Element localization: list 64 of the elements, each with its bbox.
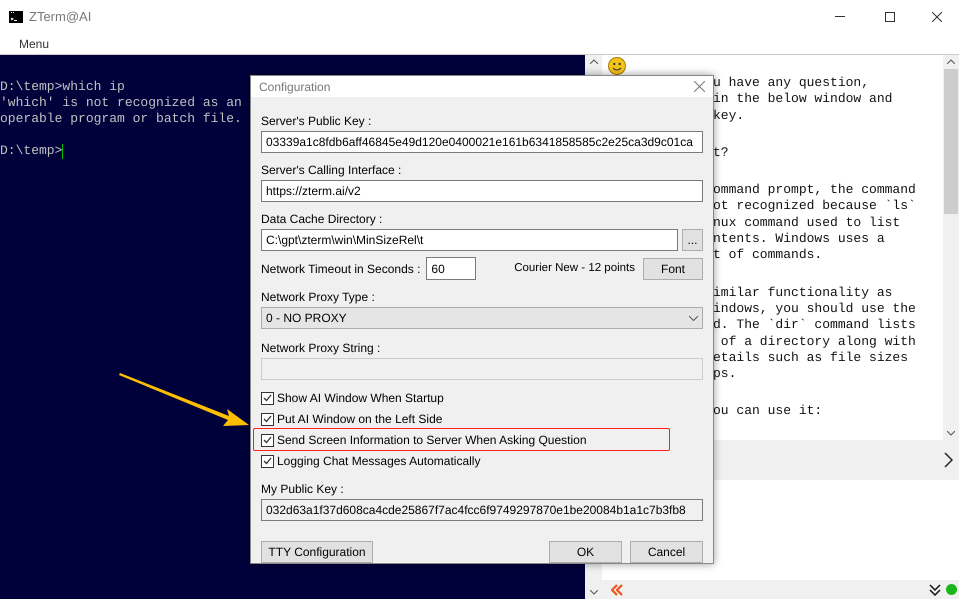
text-field[interactable]: https://zterm.ai/v2 xyxy=(261,180,703,202)
field-label: Network Proxy String : xyxy=(261,340,380,354)
terminal-line: 'which' is not recognized as an xyxy=(0,95,242,111)
dialog-title: Configuration xyxy=(259,78,330,96)
chat-text-line: etails such as file sizes xyxy=(713,350,908,366)
font-button[interactable]: Font xyxy=(643,258,703,280)
tty-configuration-button[interactable]: TTY Configuration xyxy=(261,541,373,563)
checkbox[interactable] xyxy=(261,454,274,468)
chat-text-line: of a directory along with xyxy=(720,334,916,350)
chat-text-line: t? xyxy=(713,144,729,162)
chat-text-line: ou can use it: xyxy=(713,403,822,420)
chat-text-line: ntents. Windows uses a xyxy=(713,231,885,248)
chat-text-line: imilar functionality as xyxy=(713,284,892,301)
field-label: Network Timeout in Seconds : xyxy=(261,260,420,278)
double-down-chevron-icon[interactable] xyxy=(929,584,941,596)
chat-text-line: ot recognized because `ls` xyxy=(713,198,916,215)
timeout-field[interactable]: 60 xyxy=(426,257,476,280)
chat-text-line: u have any question, xyxy=(713,75,870,92)
ok-button[interactable]: OK xyxy=(549,541,622,563)
send-chevron-icon[interactable] xyxy=(944,452,953,468)
chat-text-line: in the below window and xyxy=(713,91,892,108)
double-left-chevron-icon[interactable] xyxy=(611,584,623,596)
chat-text-line: ommand prompt, the command xyxy=(713,182,916,198)
chat-text-line: key. xyxy=(713,108,744,124)
checkbox-label: Send Screen Information to Server When Asking Question xyxy=(277,432,586,449)
checkbox-label: Put AI Window on the Left Side xyxy=(277,411,442,428)
field-label: Data Cache Directory : xyxy=(261,211,382,225)
public-key-field[interactable]: 032d63a1f37d608ca4cde25867f7ac4fcc6f9749297870e1be20084b1a1c7b3fb8 xyxy=(261,499,703,521)
field-label: Server's Public Key : xyxy=(261,113,372,127)
field-label: Server's Calling Interface : xyxy=(261,162,402,176)
checkbox[interactable] xyxy=(261,434,274,446)
terminal-line: operable program or batch file. xyxy=(0,111,242,127)
checkbox-label: Logging Chat Messages Automatically xyxy=(277,453,480,470)
text-field[interactable]: C:\gpt\zterm\win\MinSizeRel\t xyxy=(261,229,678,251)
scroll-down-icon[interactable] xyxy=(947,431,955,436)
chat-text-line: ps. xyxy=(713,366,736,382)
text-field[interactable]: 03339a1c8fdb6aff46845e49d120e0400021e161b6341858585c2e25ca3d9c01ca xyxy=(261,131,703,153)
chat-text-line: indows, you should use the xyxy=(713,300,916,318)
scroll-up-icon[interactable] xyxy=(947,59,955,64)
chat-text-line: t of commands. xyxy=(713,247,822,264)
smiley-icon[interactable] xyxy=(608,57,626,75)
browse-button[interactable]: ... xyxy=(682,229,703,251)
menu-item[interactable]: Menu xyxy=(19,34,50,52)
chat-text-line: d. The `dir` command lists xyxy=(713,317,916,334)
maximize-icon[interactable] xyxy=(885,12,895,22)
scroll-up-icon[interactable] xyxy=(590,59,598,64)
field-label: Network Proxy Type : xyxy=(261,289,375,303)
checkbox[interactable] xyxy=(261,412,274,426)
dropdown-caret-icon xyxy=(689,316,698,320)
field-label: My Public Key : xyxy=(261,481,344,495)
chat-text-line: nux command used to list xyxy=(713,214,900,232)
font-description: Courier New - 12 points xyxy=(514,260,635,276)
text-cursor xyxy=(62,144,64,158)
proxy-type-dropdown[interactable]: 0 - NO PROXY xyxy=(261,307,703,329)
scroll-thumb[interactable] xyxy=(944,69,958,214)
scroll-down-icon[interactable] xyxy=(590,590,598,595)
checkbox[interactable] xyxy=(261,392,274,404)
checkbox-label: Show AI Window When Startup xyxy=(277,390,444,407)
terminal-prompt: D:\temp> xyxy=(0,143,62,159)
window-title: ZTerm@AI xyxy=(29,8,92,26)
close-icon[interactable] xyxy=(932,12,942,22)
cancel-button[interactable]: Cancel xyxy=(630,541,703,563)
terminal-icon xyxy=(9,10,23,22)
terminal-line: D:\temp>which ip xyxy=(0,79,125,95)
